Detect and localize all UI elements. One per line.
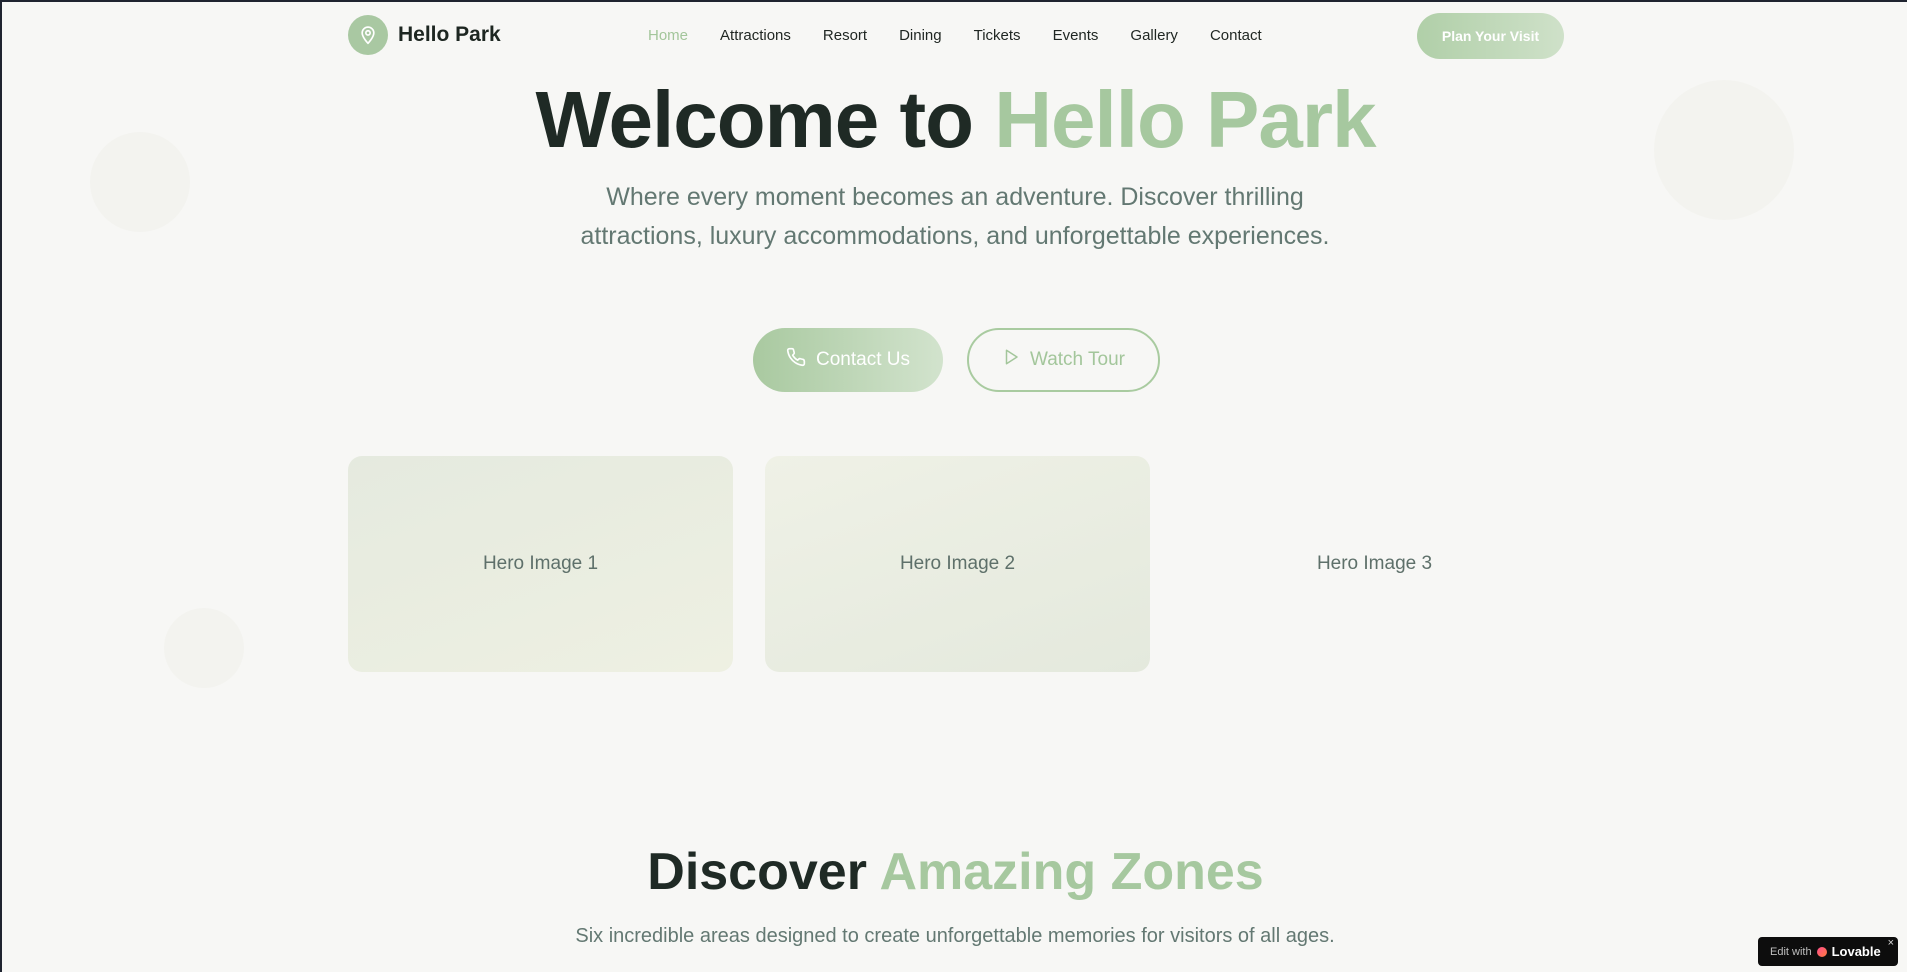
zones-subtitle: Six incredible areas designed to create …: [575, 925, 1335, 947]
nav-item-dining[interactable]: Dining: [899, 27, 942, 44]
contact-us-label: Contact Us: [816, 349, 910, 370]
hero-title: Welcome to Hello Park: [2, 74, 1907, 166]
phone-icon: [786, 347, 806, 373]
zones-title-accent: Amazing Zones: [879, 843, 1264, 901]
hero-image-label: Hero Image 1: [482, 553, 599, 574]
nav-item-attractions[interactable]: Attractions: [720, 27, 791, 44]
watch-tour-button[interactable]: Watch Tour: [967, 328, 1160, 392]
nav-item-contact[interactable]: Contact: [1210, 27, 1262, 44]
play-icon: [1002, 348, 1020, 372]
nav-item-home[interactable]: Home: [648, 27, 688, 44]
hero-actions: Contact Us Watch Tour: [753, 328, 1160, 392]
badge-prefix: Edit with: [1770, 945, 1812, 958]
hero-title-prefix: Welcome to: [535, 75, 995, 164]
zones-title-prefix: Discover: [647, 843, 880, 901]
contact-us-button[interactable]: Contact Us: [753, 328, 943, 392]
hero-image-label: Hero Image 2: [899, 553, 1016, 574]
hero-image-label: Hero Image 3: [1316, 553, 1433, 574]
nav-links: Home Attractions Resort Dining Tickets E…: [648, 27, 1294, 44]
nav-item-tickets[interactable]: Tickets: [974, 27, 1021, 44]
hero-gallery: Hero Image 1 Hero Image 2 Hero Image 3: [348, 456, 1567, 672]
nav-item-resort[interactable]: Resort: [823, 27, 867, 44]
brand-logo[interactable]: Hello Park: [348, 15, 501, 55]
hero-image-card: Hero Image 1: [348, 456, 733, 672]
lovable-heart-icon: [1816, 946, 1827, 957]
hero-title-accent: Hello Park: [994, 75, 1376, 164]
zones-title: Discover Amazing Zones: [2, 842, 1907, 902]
edit-with-lovable-badge[interactable]: Edit with Lovable ×: [1758, 937, 1898, 966]
watch-tour-label: Watch Tour: [1029, 349, 1126, 370]
hero-image-card: Hero Image 3: [1182, 456, 1567, 672]
map-pin-icon: [348, 15, 388, 55]
badge-brand: Lovable: [1831, 944, 1881, 959]
nav-item-gallery[interactable]: Gallery: [1130, 27, 1178, 44]
top-navigation: Hello Park Home Attractions Resort Dinin…: [2, 2, 1907, 70]
close-icon[interactable]: ×: [1888, 937, 1894, 949]
hero-image-card: Hero Image 2: [765, 456, 1150, 672]
hero-subtitle: Where every moment becomes an adventure.…: [580, 183, 1330, 250]
plan-visit-button[interactable]: Plan Your Visit: [1417, 13, 1564, 59]
nav-item-events[interactable]: Events: [1053, 27, 1099, 44]
decorative-circle: [164, 608, 244, 688]
brand-name: Hello Park: [398, 23, 501, 46]
